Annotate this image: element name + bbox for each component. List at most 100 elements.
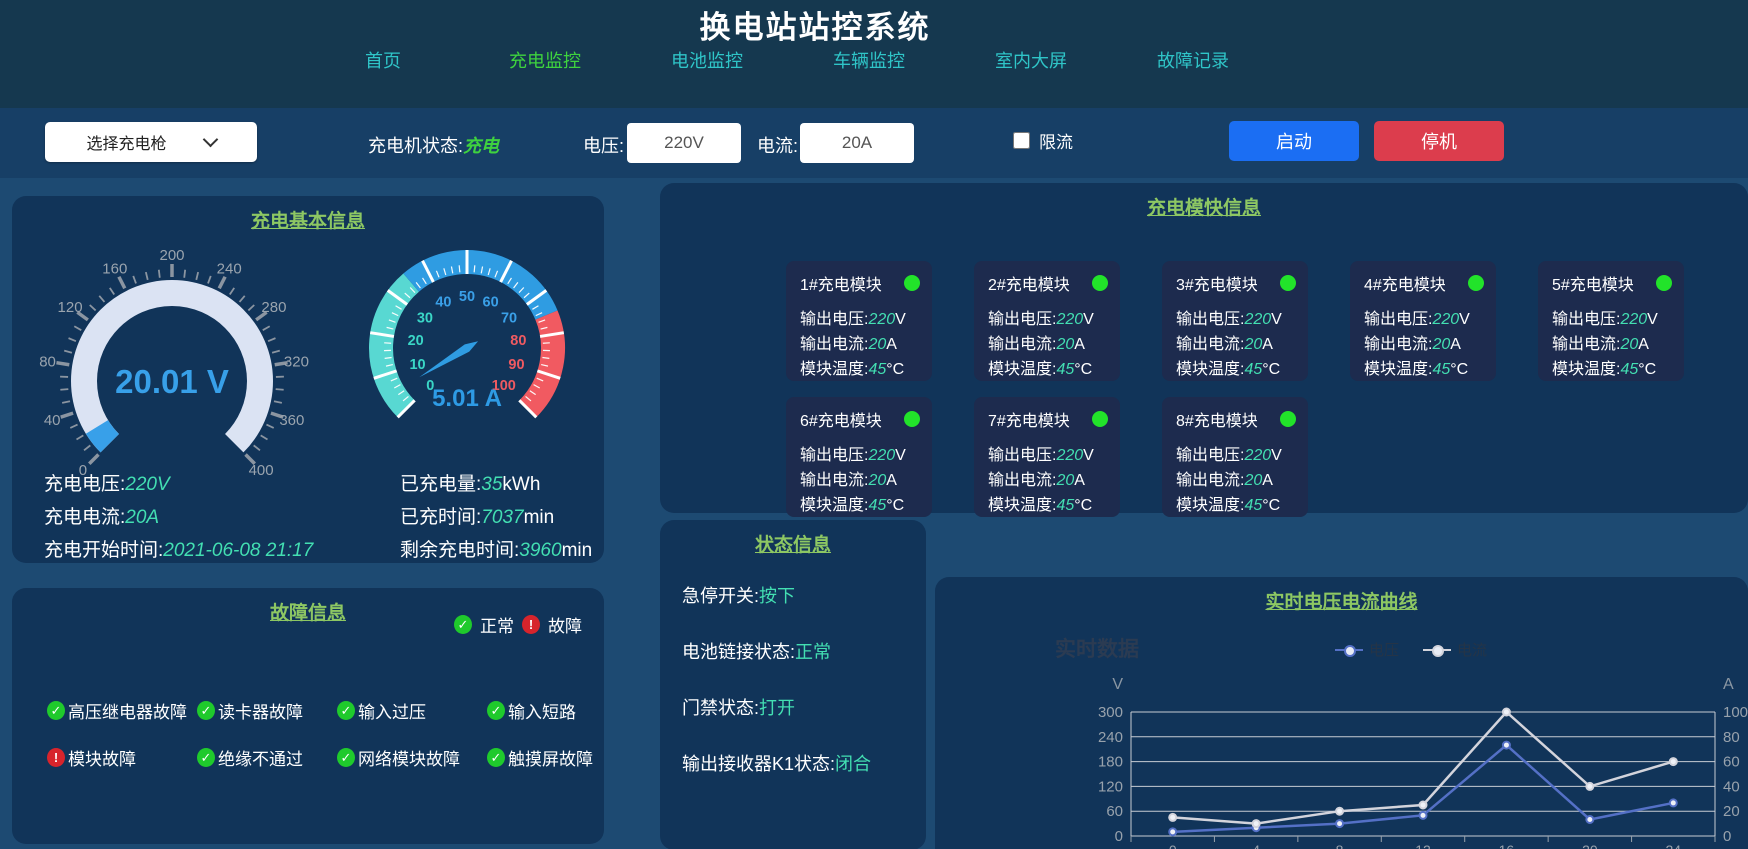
nav-item-2[interactable]: 充电监控 [485, 47, 605, 73]
fault-item: ✓输入短路 [487, 698, 627, 723]
app-header: 换电站站控系统 首页 充电监控 电池监控 车辆监控 室内大屏 故障记录 [0, 0, 1748, 109]
info-field: 已充电量:35kWh [400, 468, 592, 501]
svg-text:30: 30 [417, 310, 433, 326]
charger-status-value: 充电 [463, 136, 499, 156]
svg-text:280: 280 [261, 299, 286, 316]
stop-button[interactable]: 停机 [1374, 121, 1504, 161]
svg-text:80: 80 [1723, 729, 1740, 746]
voltage-input[interactable] [627, 123, 741, 163]
info-field: 已充时间:7037min [400, 501, 592, 534]
fault-item: ✓网络模块故障 [337, 745, 487, 770]
normal-check-icon: ✓ [454, 615, 472, 634]
page-title: 换电站站控系统 [0, 0, 1630, 47]
limit-current-label: 限流 [1039, 128, 1073, 153]
module-status-dot [904, 411, 920, 427]
current-input[interactable] [800, 123, 914, 163]
module-field: 输出电流:20A [1176, 468, 1296, 493]
module-status-dot [1092, 275, 1108, 291]
charge-fields-left: 充电电压:220V充电电流:20A充电开始时间:2021-06-08 21:17 [44, 468, 313, 567]
svg-text:180: 180 [1098, 754, 1123, 771]
fault-item: ✓读卡器故障 [197, 698, 337, 723]
voltage-gauge: 0408012016020024028032036040020.01 V [22, 231, 322, 476]
start-button[interactable]: 启动 [1229, 121, 1359, 161]
nav-item-5[interactable]: 室内大屏 [971, 47, 1091, 73]
fault-item: ✓输入过压 [337, 698, 487, 723]
module-field: 输出电压:220V [1176, 307, 1296, 332]
gun-select-dropdown[interactable]: 选择充电枪 [45, 122, 257, 162]
module-field: 模块温度:45°C [800, 493, 920, 518]
module-field: 输出电流:20A [800, 468, 920, 493]
module-field: 输出电流:20A [988, 468, 1108, 493]
modules-title: 充电模快信息 [660, 183, 1748, 220]
module-card: 5#充电模块输出电压:220V输出电流:20A模块温度:45°C [1538, 261, 1684, 381]
module-field: 模块温度:45°C [988, 493, 1108, 518]
module-status-dot [1468, 275, 1484, 291]
current-gauge: 01020304050607080901005.01 A [337, 236, 597, 471]
svg-text:60: 60 [483, 295, 499, 311]
normal-check-icon: ✓ [197, 748, 215, 767]
normal-check-icon: ✓ [47, 701, 65, 720]
svg-text:V: V [1112, 676, 1123, 693]
svg-text:10: 10 [409, 357, 425, 373]
nav-item-6[interactable]: 故障记录 [1133, 47, 1253, 73]
module-field: 输出电压:220V [988, 443, 1108, 468]
module-status-dot [1092, 411, 1108, 427]
normal-check-icon: ✓ [487, 701, 505, 720]
module-card: 3#充电模块输出电压:220V输出电流:20A模块温度:45°C [1162, 261, 1308, 381]
module-card: 7#充电模块输出电压:220V输出电流:20A模块温度:45°C [974, 397, 1120, 517]
limit-current-checkbox[interactable] [1013, 132, 1030, 149]
realtime-chart-panel: 实时电压电流曲线 实时数据 电压电流 VA0060201204018060240… [935, 577, 1748, 849]
module-field: 模块温度:45°C [1176, 493, 1296, 518]
charge-toolbar: 选择充电枪 充电机状态:充电 电压: 电流: 限流 启动 停机 [0, 108, 1748, 178]
fault-legend-fault: 故障 [548, 612, 582, 637]
module-field: 模块温度:45°C [1176, 357, 1296, 382]
svg-text:70: 70 [501, 310, 517, 326]
fault-item: ✓绝缘不通过 [197, 745, 337, 770]
basic-info-panel: 充电基本信息 0408012016020024028032036040020.0… [12, 196, 604, 563]
fault-exclamation-icon: ! [47, 748, 65, 767]
svg-text:0: 0 [1115, 828, 1123, 845]
svg-text:240: 240 [217, 261, 242, 278]
svg-text:80: 80 [39, 353, 56, 370]
svg-text:5.01 A: 5.01 A [432, 385, 502, 412]
chevron-down-icon [202, 131, 218, 147]
fault-exclamation-icon: ! [522, 615, 540, 634]
normal-check-icon: ✓ [337, 748, 355, 767]
module-field: 输出电流:20A [988, 332, 1108, 357]
normal-check-icon: ✓ [487, 748, 505, 767]
svg-text:200: 200 [159, 247, 184, 264]
svg-text:40: 40 [44, 412, 61, 429]
svg-text:60: 60 [1723, 754, 1740, 771]
module-field: 模块温度:45°C [1364, 357, 1484, 382]
module-field: 输出电流:20A [1364, 332, 1484, 357]
module-field: 模块温度:45°C [988, 357, 1108, 382]
svg-text:20: 20 [1582, 842, 1598, 849]
svg-text:20.01 V: 20.01 V [115, 363, 229, 400]
svg-text:160: 160 [102, 261, 127, 278]
svg-text:90: 90 [508, 357, 524, 373]
fault-grid: ✓高压继电器故障✓读卡器故障✓输入过压✓输入短路!模块故障✓绝缘不通过✓网络模块… [47, 698, 627, 770]
nav-item-1[interactable]: 首页 [323, 47, 443, 73]
nav-item-3[interactable]: 电池监控 [647, 47, 767, 73]
svg-text:120: 120 [58, 299, 83, 316]
module-cards: 1#充电模块输出电压:220V输出电流:20A模块温度:45°C2#充电模块输出… [786, 261, 1684, 517]
svg-text:50: 50 [459, 289, 475, 305]
normal-check-icon: ✓ [197, 701, 215, 720]
svg-text:40: 40 [435, 295, 451, 311]
nav-item-4[interactable]: 车辆监控 [809, 47, 929, 73]
main-nav: 首页 充电监控 电池监控 车辆监控 室内大屏 故障记录 [323, 47, 1253, 73]
fault-legend-normal: 正常 [480, 612, 514, 637]
module-field: 输出电压:220V [1364, 307, 1484, 332]
svg-text:40: 40 [1723, 778, 1740, 795]
status-item: 电池链接状态:正常 [682, 638, 871, 664]
status-info-panel: 状态信息 急停开关:按下电池链接状态:正常门禁状态:打开输出接收器K1状态:闭合 [660, 520, 926, 849]
svg-text:60: 60 [1106, 803, 1123, 820]
svg-text:20: 20 [408, 333, 424, 349]
current-label: 电流: [757, 132, 798, 158]
voltage-label: 电压: [583, 132, 624, 158]
svg-text:20: 20 [1723, 803, 1740, 820]
svg-text:360: 360 [279, 412, 304, 429]
module-card: 8#充电模块输出电压:220V输出电流:20A模块温度:45°C [1162, 397, 1308, 517]
module-field: 输出电压:220V [988, 307, 1108, 332]
normal-check-icon: ✓ [337, 701, 355, 720]
